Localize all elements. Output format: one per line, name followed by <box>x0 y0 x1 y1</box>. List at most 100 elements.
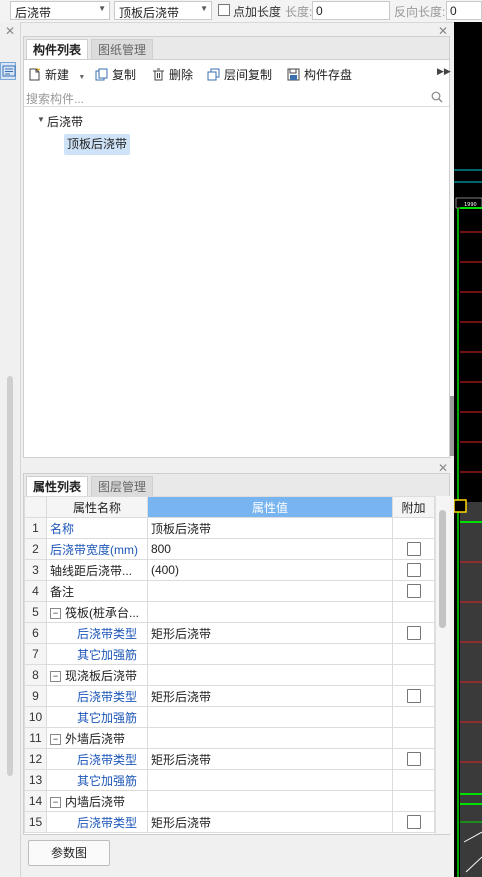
table-row[interactable]: 10 其它加强筋 <box>24 706 435 728</box>
new-button[interactable]: 新建 ▼ <box>28 66 85 82</box>
extra-cell <box>392 601 435 623</box>
param-diagram-button-label: 参数图 <box>50 846 87 860</box>
table-row[interactable]: 12 后浇带类型 矩形后浇带 <box>24 748 435 770</box>
collapse-icon[interactable]: − <box>49 733 61 745</box>
table-row[interactable]: 4 备注 <box>24 580 435 602</box>
close-icon[interactable]: ✕ <box>5 24 15 38</box>
property-group[interactable]: − 筏板(桩承台... <box>45 601 148 623</box>
property-value[interactable] <box>146 580 394 602</box>
copy-button[interactable]: 复制 <box>95 66 136 82</box>
table-row[interactable]: 5 − 筏板(桩承台... <box>24 601 435 623</box>
property-value[interactable]: 矩形后浇带 <box>146 811 394 833</box>
property-value[interactable]: 矩形后浇带 <box>146 685 394 707</box>
property-name: 其它加强筋 <box>45 643 148 665</box>
col-header-name[interactable]: 属性名称 <box>45 496 148 518</box>
property-name: 轴线距后浇带... <box>45 559 148 581</box>
extra-checkbox[interactable] <box>406 626 421 641</box>
property-value[interactable]: 矩形后浇带 <box>146 622 394 644</box>
reverse-length-value: 0 <box>450 4 457 18</box>
row-number: 5 <box>24 601 47 623</box>
extra-checkbox[interactable] <box>406 689 421 704</box>
reverse-length-input[interactable]: 0 <box>446 1 482 20</box>
property-group[interactable]: − 现浇板后浇带 <box>45 664 148 686</box>
col-header-extra[interactable]: 附加 <box>392 496 435 518</box>
component-combo[interactable]: 顶板后浇带 ▼ <box>114 1 212 20</box>
tree-item-selected[interactable]: 顶板后浇带 <box>64 134 131 155</box>
row-number: 6 <box>24 622 47 644</box>
property-value[interactable] <box>146 643 394 665</box>
left-scrollbar[interactable] <box>7 376 13 776</box>
table-row[interactable]: 8 − 现浇板后浇带 <box>24 664 435 686</box>
property-group[interactable]: − 外墙后浇带 <box>45 727 148 749</box>
tree-group-label[interactable]: 后浇带 <box>47 113 83 130</box>
extra-cell <box>392 622 435 644</box>
table-row[interactable]: 9 后浇带类型 矩形后浇带 <box>24 685 435 707</box>
table-row[interactable]: 14 − 内墙后浇带 <box>24 790 435 812</box>
table-row[interactable]: 11 − 外墙后浇带 <box>24 727 435 749</box>
table-row[interactable]: 3 轴线距后浇带... (400) <box>24 559 435 581</box>
property-name: 名称 <box>45 517 148 539</box>
cad-slab-region <box>460 502 482 877</box>
tab-layer-management[interactable]: 图层管理 <box>91 476 154 496</box>
property-value[interactable]: (400) <box>146 559 394 581</box>
property-name: 后浇带类型 <box>45 622 148 644</box>
property-group-label: 外墙后浇带 <box>64 731 125 746</box>
table-row[interactable]: 2 后浇带宽度(mm) 800 <box>24 538 435 560</box>
tab-component-list[interactable]: 构件列表 <box>26 39 89 59</box>
delete-button[interactable]: 删除 <box>152 66 193 82</box>
collapse-icon[interactable]: − <box>49 670 61 682</box>
category-combo[interactable]: 后浇带 ▼ <box>10 1 110 20</box>
chevron-down-icon: ▼ <box>98 4 106 13</box>
cad-grip-handle[interactable] <box>454 499 467 513</box>
save-component-button[interactable]: 构件存盘 <box>287 66 352 82</box>
point-length-checkbox[interactable] <box>218 4 230 16</box>
property-group-label: 筏板(桩承台... <box>64 605 139 620</box>
col-header-value[interactable]: 属性值 <box>146 496 394 518</box>
collapse-icon[interactable]: − <box>49 796 61 808</box>
extra-cell <box>392 580 435 602</box>
search-box[interactable]: 搜索构件... <box>24 87 449 107</box>
table-row[interactable]: 1 名称 顶板后浇带 <box>24 517 435 539</box>
tab-drawing-management[interactable]: 图纸管理 <box>91 39 154 59</box>
extra-checkbox[interactable] <box>406 584 421 599</box>
row-number: 14 <box>24 790 47 812</box>
table-row[interactable]: 13 其它加强筋 <box>24 769 435 791</box>
grid-header: 属性名称 属性值 附加 <box>24 496 435 518</box>
extra-cell <box>392 538 435 560</box>
length-input[interactable]: 0 <box>312 1 390 20</box>
collapse-icon[interactable]: − <box>49 607 61 619</box>
extra-checkbox[interactable] <box>406 563 421 578</box>
property-value[interactable] <box>146 769 394 791</box>
property-value[interactable]: 顶板后浇带 <box>146 517 394 539</box>
list-view-button[interactable] <box>0 62 16 80</box>
extra-checkbox[interactable] <box>406 542 421 557</box>
extra-checkbox[interactable] <box>406 815 421 830</box>
table-row[interactable]: 7 其它加强筋 <box>24 643 435 665</box>
property-group[interactable]: − 内墙后浇带 <box>45 790 148 812</box>
extra-cell <box>392 790 435 812</box>
header-corner <box>24 496 47 518</box>
property-value[interactable]: 矩形后浇带 <box>146 748 394 770</box>
property-value <box>146 790 394 812</box>
param-diagram-button[interactable]: 参数图 <box>28 840 110 866</box>
property-scrollbar-track[interactable] <box>435 496 450 834</box>
property-name: 后浇带宽度(mm) <box>45 538 148 560</box>
cad-canvas[interactable]: 1990 <box>454 22 482 877</box>
floor-copy-button[interactable]: 层间复制 <box>207 66 272 82</box>
extra-cell <box>392 811 435 833</box>
extra-checkbox[interactable] <box>406 752 421 767</box>
table-row[interactable]: 15 后浇带类型 矩形后浇带 <box>24 811 435 833</box>
tree-expand-icon[interactable]: ▼ <box>37 115 45 124</box>
property-scrollbar-thumb[interactable] <box>439 510 446 628</box>
property-name: 后浇带类型 <box>45 811 148 833</box>
more-toolbar-icon[interactable]: ▶▶ <box>437 66 451 77</box>
new-file-icon <box>29 68 41 81</box>
property-value[interactable]: 800 <box>146 538 394 560</box>
property-grid: 属性名称 属性值 附加 1 名称 顶板后浇带 2 后浇带宽度(mm) 800 3… <box>24 496 435 833</box>
tab-property-list[interactable]: 属性列表 <box>26 476 89 496</box>
search-input[interactable]: 搜索构件... <box>26 90 84 107</box>
search-icon[interactable] <box>431 91 443 103</box>
property-value <box>146 664 394 686</box>
table-row[interactable]: 6 后浇带类型 矩形后浇带 <box>24 622 435 644</box>
property-value[interactable] <box>146 706 394 728</box>
